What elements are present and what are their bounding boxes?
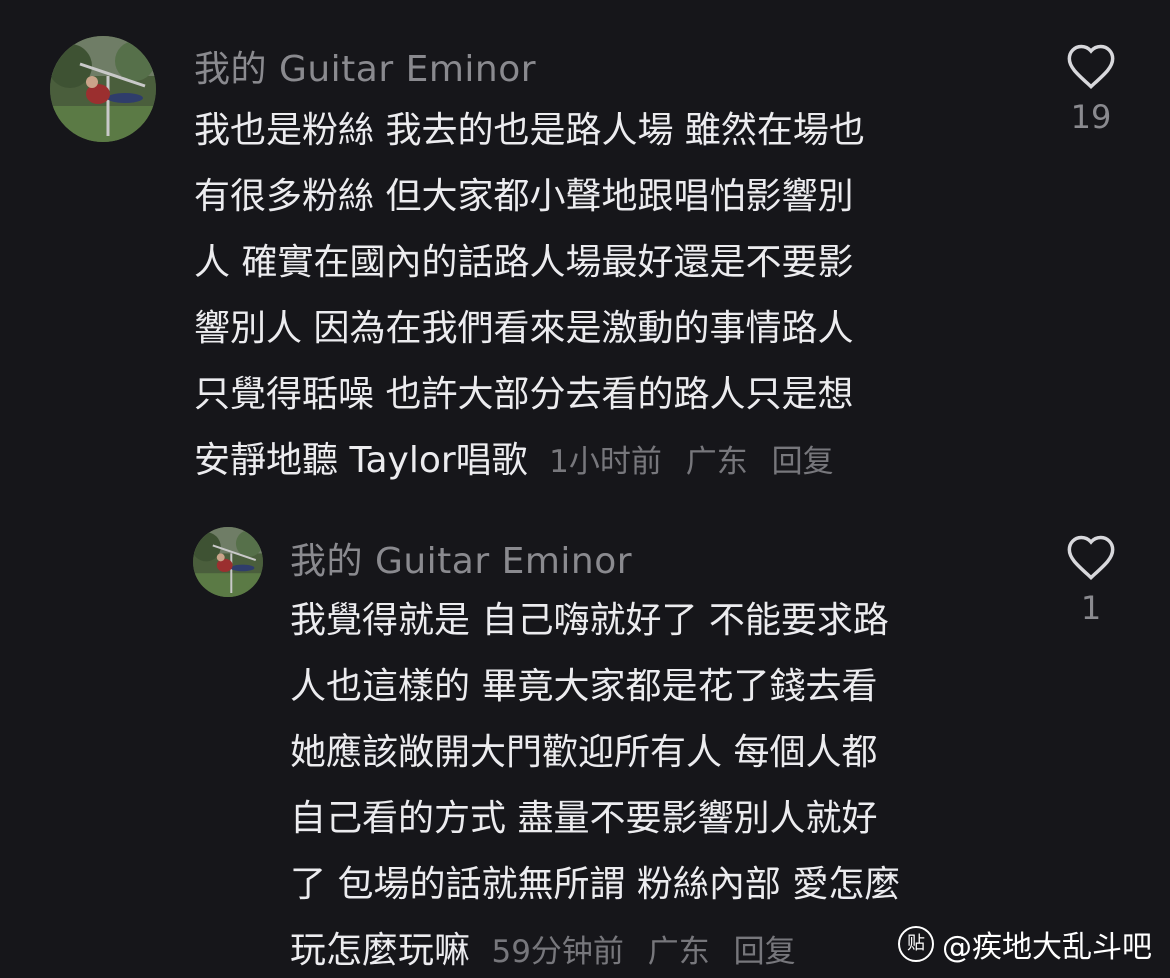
comment-meta: 59分钟前 广东 回复 (491, 934, 809, 970)
watermark: 贴 @疾地大乱斗吧 (898, 922, 1152, 966)
comment-line: 她應該敞開大門歡迎所有人 每個人都 (290, 732, 878, 773)
comment-body: 我覺得就是 自己嗨就好了 不能要求路 人也這樣的 畢竟大家都是花了錢去看 她應該… (290, 588, 900, 978)
comment-reply: 我的 Guitar Eminor 我覺得就是 自己嗨就好了 不能要求路 人也這樣… (0, 0, 1170, 978)
comment-line-last: 玩怎麼玩嘛 59分钟前 广东 回复 (290, 918, 900, 978)
comment-line-text: 玩怎麼玩嘛 (290, 930, 471, 971)
like-count: 1 (1080, 589, 1102, 627)
reply-button[interactable]: 回复 (734, 934, 796, 970)
heart-icon (1067, 535, 1115, 580)
comment-line: 人也這樣的 畢竟大家都是花了錢去看 (290, 666, 878, 707)
comment-username[interactable]: 我的 Guitar Eminor (290, 532, 632, 584)
comment-thread: 我的 Guitar Eminor 我也是粉絲 我去的也是路人場 雖然在場也 有很… (0, 0, 1170, 978)
user-avatar[interactable] (193, 527, 263, 597)
comment-line: 自己看的方式 盡量不要影響別人就好 (290, 798, 878, 839)
comment-time: 59分钟前 (491, 934, 624, 970)
like-button[interactable]: 1 (1061, 533, 1121, 627)
comment-line: 了 包場的話就無所謂 粉絲內部 愛怎麼 (290, 864, 901, 905)
tieba-icon: 贴 (898, 926, 934, 962)
comment-line: 我覺得就是 自己嗨就好了 不能要求路 (290, 600, 889, 641)
comment-location: 广东 (647, 934, 710, 970)
watermark-text: @疾地大乱斗吧 (942, 930, 1152, 965)
